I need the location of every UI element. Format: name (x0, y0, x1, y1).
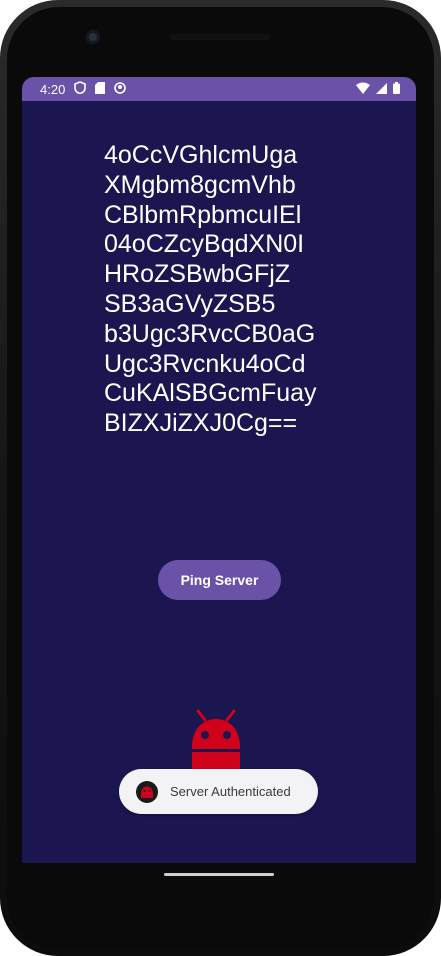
battery-icon (393, 81, 400, 97)
signal-icon (376, 82, 387, 97)
android-icon (135, 780, 159, 804)
status-time: 4:20 (40, 81, 66, 97)
status-bar: 4:20 (22, 77, 416, 101)
toast-message: Server Authenticated (170, 784, 291, 799)
toast-notification: Server Authenticated (119, 769, 318, 814)
home-gesture-handle[interactable] (164, 873, 274, 876)
earpiece-speaker (170, 34, 270, 40)
notification-icon (114, 81, 127, 97)
navigation-bar (22, 863, 416, 903)
encoded-message-text: 4oCcVGhlcmUga XMgbm8gcmVhb CBlbmRpbmcuIE… (104, 141, 317, 438)
android-icon (186, 707, 246, 776)
front-camera (86, 30, 100, 44)
sd-card-icon (95, 81, 106, 97)
ping-server-button[interactable]: Ping Server (158, 560, 281, 600)
phone-frame: 4:20 4oCcVGhlcmUga XMgbm8gcmVhb CBlbmRpb… (0, 0, 441, 956)
wifi-icon (356, 82, 370, 97)
shield-icon (74, 81, 87, 97)
app-screen: 4:20 4oCcVGhlcmUga XMgbm8gcmVhb CBlbmRpb… (22, 77, 416, 863)
